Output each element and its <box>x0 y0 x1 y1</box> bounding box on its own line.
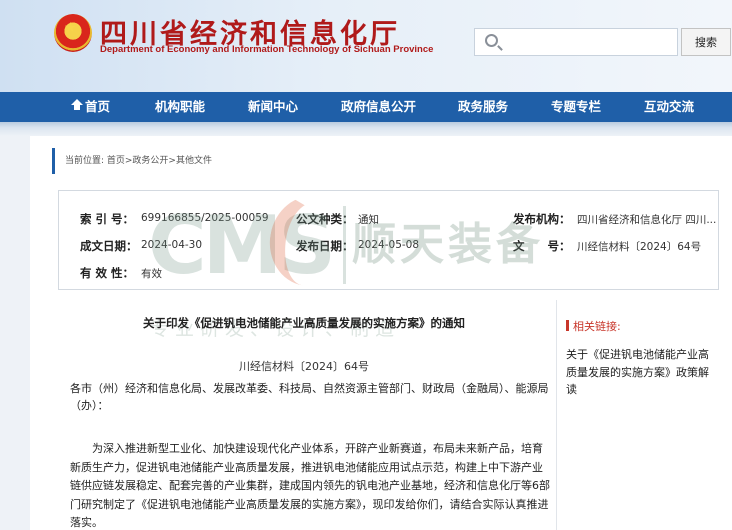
article-body: 为深入推进新型工业化、加快建设现代化产业体系，开辟产业新赛道，布局未来新产品，培… <box>70 442 550 529</box>
watermark-brand: 顺天装备 <box>352 219 544 270</box>
breadcrumb[interactable]: 当前位置: 首页>政务公开>其他文件 <box>52 148 212 174</box>
search-button[interactable]: 搜索 <box>681 28 731 56</box>
nav-item-news[interactable]: 新闻中心 <box>248 92 298 122</box>
emblem-star-icon: ★ <box>64 20 77 36</box>
index-label: 索 引 号： <box>80 212 135 226</box>
column-divider <box>556 300 557 530</box>
related-links-header: 相关链接: <box>566 318 621 334</box>
search-icon <box>485 34 498 47</box>
search-input[interactable] <box>505 31 675 53</box>
created-date-label: 成文日期： <box>80 239 138 253</box>
watermark-divider <box>343 206 346 284</box>
main-nav: 首页 机构职能 新闻中心 政府信息公开 政务服务 专题专栏 互动交流 <box>0 92 732 122</box>
home-icon <box>71 99 83 112</box>
national-emblem-icon: ★ <box>54 14 92 52</box>
related-link-policy-interpretation[interactable]: 关于《促进钒电池储能产业高质量发展的实施方案》政策解读 <box>566 346 718 399</box>
site-header: ★ 四川省经济和信息化厅 Department of Economy and I… <box>0 0 732 92</box>
nav-item-topics[interactable]: 专题专栏 <box>551 92 601 122</box>
related-marker-icon <box>566 320 569 331</box>
nav-item-organization[interactable]: 机构职能 <box>155 92 205 122</box>
related-header-label: 相关链接: <box>573 320 621 333</box>
article-doc-number: 川经信材料〔2024〕64号 <box>239 360 369 373</box>
article-recipients: 各市（州）经济和信息化局、发展改革委、科技局、自然资源主管部门、财政局（金融局）… <box>70 382 549 412</box>
nav-label: 首页 <box>85 99 111 114</box>
publisher-value: 四川省经济和信息化厅 四川... <box>577 214 717 226</box>
search-box <box>474 28 678 56</box>
doc-number-value: 川经信材料〔2024〕64号 <box>577 241 702 253</box>
nav-item-interaction[interactable]: 互动交流 <box>644 92 694 122</box>
site-subtitle: Department of Economy and Information Te… <box>100 44 434 55</box>
nav-item-home[interactable]: 首页 <box>71 92 111 122</box>
nav-shadow <box>0 122 732 136</box>
nav-item-gov-info[interactable]: 政府信息公开 <box>341 92 416 122</box>
nav-item-services[interactable]: 政务服务 <box>458 92 508 122</box>
article-title: 关于印发《促进钒电池储能产业高质量发展的实施方案》的通知 <box>143 316 465 330</box>
validity-label: 有 效 性： <box>80 266 135 280</box>
